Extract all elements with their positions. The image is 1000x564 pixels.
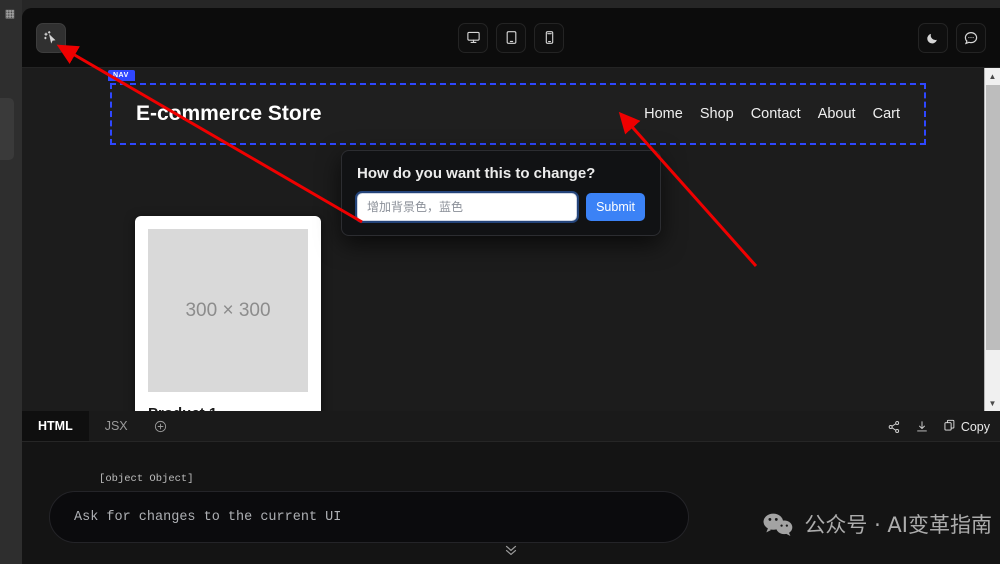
tab-html[interactable]: HTML xyxy=(22,411,89,441)
wechat-icon xyxy=(762,511,794,540)
code-content[interactable]: [object Object] <div class="container mx… xyxy=(22,442,1000,564)
nav-link-about[interactable]: About xyxy=(818,106,856,122)
product-card[interactable]: 300 × 300 Product 1 Description of Produ… xyxy=(135,216,321,411)
chat-bubble-icon[interactable] xyxy=(956,22,986,53)
modal-input-row: Submit xyxy=(354,191,645,223)
moon-icon[interactable] xyxy=(918,22,948,53)
selected-nav-region[interactable]: NAV E-commerce Store Home Shop Contact A… xyxy=(108,70,926,145)
copy-button[interactable]: Copy xyxy=(943,419,990,435)
screenshot-root: ▦ NAV E-commerce Store Home Shop Contact… xyxy=(0,0,1000,564)
selection-badge: NAV xyxy=(108,70,135,81)
share-icon[interactable] xyxy=(887,420,901,434)
code-segment: [object Object] xyxy=(99,473,194,485)
os-app-icon: ▦ xyxy=(4,8,16,20)
editor-actions: Copy xyxy=(887,411,990,442)
download-icon[interactable] xyxy=(915,420,929,434)
watermark-text: 公众号 · AI变革指南 xyxy=(804,513,992,537)
monitor-icon[interactable] xyxy=(458,22,488,53)
collapse-chevron-down-icon[interactable] xyxy=(502,542,520,562)
tab-jsx[interactable]: JSX xyxy=(89,411,144,441)
scroll-down-arrow-icon[interactable]: ▼ xyxy=(985,395,1000,411)
chat-input-bar[interactable]: Ask for changes to the current UI xyxy=(49,491,689,543)
product-image-placeholder: 300 × 300 xyxy=(148,229,308,392)
editor-tab-bar: HTML JSX Copy xyxy=(22,411,1000,442)
copy-label: Copy xyxy=(960,419,990,434)
nav-link-shop[interactable]: Shop xyxy=(700,106,734,122)
preview-scrollbar[interactable]: ▲ ▼ xyxy=(984,68,1000,411)
modal-title: How do you want this to change? xyxy=(357,165,596,182)
scrollbar-thumb[interactable] xyxy=(986,85,1000,350)
toolbar-right-group xyxy=(918,22,986,53)
modal-submit-button[interactable]: Submit xyxy=(586,193,645,221)
nav-link-cart[interactable]: Cart xyxy=(873,106,900,122)
site-navbar: E-commerce Store Home Shop Contact About… xyxy=(110,83,926,145)
code-editor-panel: HTML JSX Copy [object Object] Ask for ch… xyxy=(22,411,1000,564)
mobile-icon[interactable] xyxy=(534,22,564,53)
rendered-site: NAV E-commerce Store Home Shop Contact A… xyxy=(22,68,1000,411)
site-brand: E-commerce Store xyxy=(136,102,322,125)
tablet-icon[interactable] xyxy=(496,22,526,53)
watermark: 公众号 · AI变革指南 xyxy=(762,511,992,540)
os-left-strip: ▦ xyxy=(0,0,22,564)
top-toolbar xyxy=(22,8,1000,68)
copy-icon xyxy=(943,419,956,435)
change-request-input[interactable] xyxy=(354,191,580,223)
viewport-switcher xyxy=(458,22,564,53)
nav-link-home[interactable]: Home xyxy=(644,106,683,122)
scroll-up-arrow-icon[interactable]: ▲ xyxy=(985,68,1000,84)
preview-canvas[interactable]: NAV E-commerce Store Home Shop Contact A… xyxy=(22,68,1000,411)
app-window: NAV E-commerce Store Home Shop Contact A… xyxy=(22,8,1000,564)
chat-input-placeholder: Ask for changes to the current UI xyxy=(74,509,342,525)
os-strip-chip xyxy=(0,98,14,160)
ai-select-cursor-icon[interactable] xyxy=(36,22,66,53)
change-request-modal: How do you want this to change? Submit xyxy=(341,150,661,236)
toolbar-left-group xyxy=(36,22,66,53)
site-nav-links: Home Shop Contact About Cart xyxy=(644,106,900,122)
add-tab-icon[interactable] xyxy=(144,411,177,441)
nav-link-contact[interactable]: Contact xyxy=(751,106,801,122)
